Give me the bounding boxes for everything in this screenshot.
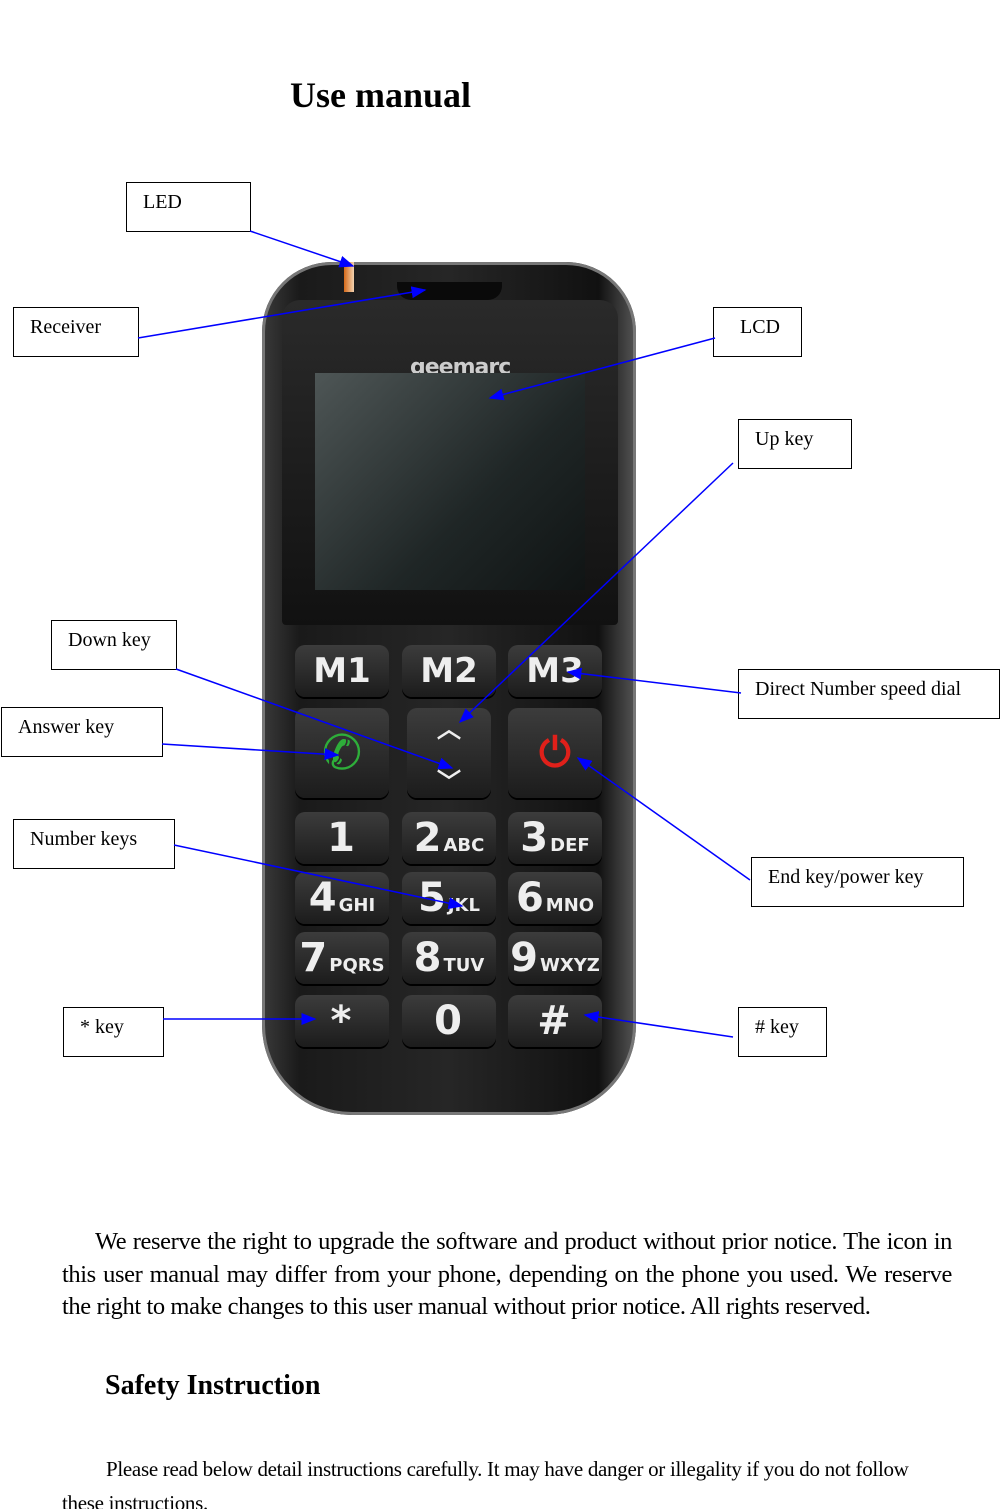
callout-arrow	[173, 844, 464, 910]
callout-arrow	[161, 743, 340, 761]
callout-arrow	[488, 337, 716, 401]
manual-page: Use manual geemarc M1 M2 M3 ✆ ︿ ﹀ ⏻ 1 2 ABC…	[0, 0, 1000, 1509]
notice-paragraph: We reserve the right to upgrade the soft…	[62, 1228, 952, 1320]
safety-paragraph: Please read below detail instructions ca…	[62, 1457, 909, 1509]
section-heading: Safety Instruction	[105, 1370, 321, 1401]
callout-arrow	[458, 462, 734, 724]
callout-arrow	[576, 757, 751, 881]
callout-arrow	[137, 286, 427, 339]
callout-arrow	[583, 1011, 734, 1038]
callout-arrow	[566, 667, 742, 694]
callout-arrow	[249, 230, 355, 268]
